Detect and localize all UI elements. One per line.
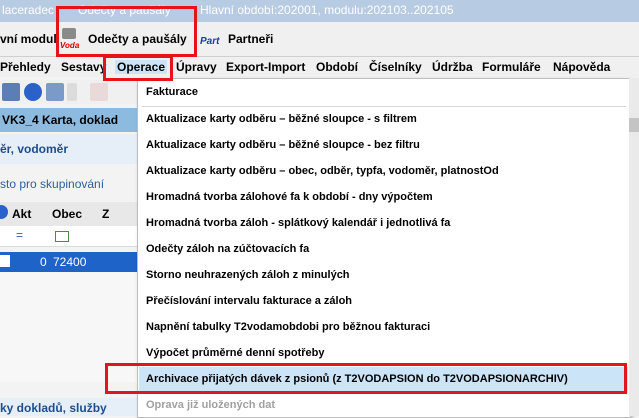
grid-icon[interactable] bbox=[46, 83, 64, 101]
scrollbar-thumb[interactable] bbox=[629, 118, 639, 132]
menuitem-odecty-zaloh[interactable]: Odečty záloh na zúčtovacích fa bbox=[146, 243, 309, 255]
menu-sestavy[interactable]: Sestavy bbox=[61, 60, 106, 74]
menu-upravy[interactable]: Úpravy bbox=[176, 60, 217, 74]
grid-header: Akt Obec Z bbox=[0, 202, 140, 227]
title-left-fragment: laceradec bbox=[2, 3, 55, 17]
module-partners-label: Partneři bbox=[228, 31, 274, 46]
module-tab-main[interactable]: vní modul bbox=[0, 25, 57, 52]
toolbar bbox=[0, 80, 140, 104]
menuitem-oprava-dat: Oprava již uložených dat bbox=[146, 399, 275, 411]
view-title: VK3_4 Karta, doklad bbox=[2, 113, 119, 127]
module-tab-partners[interactable]: Part Partneři bbox=[200, 25, 273, 52]
menu-udrzba[interactable]: Údržba bbox=[432, 60, 473, 74]
menuitem-aktualizace-bez-filtru[interactable]: Aktualizace karty odběru – běžné sloupce… bbox=[146, 139, 420, 151]
menu-napoveda[interactable]: Nápověda bbox=[553, 60, 610, 74]
col-akt[interactable]: Akt bbox=[12, 207, 31, 221]
abc-filter-icon[interactable] bbox=[55, 231, 69, 242]
row-obec-value: 72400 bbox=[53, 255, 87, 269]
column-menu-icon[interactable] bbox=[0, 205, 8, 219]
filter-strip: ěr, vodoměr bbox=[0, 134, 140, 164]
row-checkbox[interactable] bbox=[0, 255, 10, 267]
period-info: Hlavní období:202001, modulu:202103..202… bbox=[200, 3, 454, 17]
info-icon[interactable] bbox=[24, 83, 42, 101]
menu-bar: Přehledy Sestavy Operace Úpravy Export-I… bbox=[0, 57, 639, 77]
menu-prehledy[interactable]: Přehledy bbox=[0, 60, 51, 74]
filter-row: = bbox=[0, 226, 140, 247]
row-akt-value: 0 bbox=[40, 255, 47, 269]
menuitem-hromadna-zaloh[interactable]: Hromadná tvorba záloh - splátkový kalend… bbox=[146, 217, 450, 229]
menuitem-aktualizace-s-filtrem[interactable]: Aktualizace karty odběru – běžné sloupce… bbox=[146, 113, 417, 125]
menu-export-import[interactable]: Export-Import bbox=[226, 60, 305, 74]
annotation-box-module bbox=[56, 6, 197, 57]
filter-eq[interactable]: = bbox=[16, 228, 23, 242]
menu-ciselniky[interactable]: Číselníky bbox=[369, 60, 422, 74]
group-hint: sto pro skupinování bbox=[0, 177, 105, 191]
table-row[interactable]: 0 72400 bbox=[0, 252, 140, 272]
menuitem-precislovani[interactable]: Přečíslování intervalu fakturace a záloh bbox=[146, 295, 352, 307]
menuitem-hromadna-zalohove[interactable]: Hromadná tvorba zálohové fa k období - d… bbox=[146, 191, 433, 203]
scrollbar[interactable] bbox=[629, 78, 639, 416]
module-main-label: vní modul bbox=[0, 31, 57, 46]
menuitem-napneni-tabulky[interactable]: Napnění tabulky T2vodamobdobi pro běžnou… bbox=[146, 321, 430, 333]
help-icon[interactable] bbox=[90, 83, 108, 101]
bottom-text: ky dokladů, služby bbox=[0, 401, 107, 415]
menu-formulare[interactable]: Formuláře bbox=[482, 60, 541, 74]
view-title-bar: VK3_4 Karta, doklad bbox=[0, 108, 140, 132]
menuitem-storno[interactable]: Storno neuhrazených záloh z minulých bbox=[146, 269, 350, 281]
annotation-box-archivace bbox=[105, 363, 627, 394]
bottom-panel: ky dokladů, služby bbox=[0, 398, 140, 416]
menu-obdobi[interactable]: Období bbox=[316, 60, 358, 74]
col-z[interactable]: Z bbox=[102, 207, 109, 221]
filter-text: ěr, vodoměr bbox=[0, 142, 69, 156]
menuitem-aktualizace-obec[interactable]: Aktualizace karty odběru – obec, odběr, … bbox=[146, 165, 499, 177]
list-icon[interactable] bbox=[2, 83, 20, 101]
menu-separator bbox=[142, 106, 626, 107]
col-obec[interactable]: Obec bbox=[52, 207, 82, 221]
annotation-box-operace bbox=[103, 55, 173, 81]
group-panel: sto pro skupinování bbox=[0, 170, 140, 196]
chevron-down-icon[interactable] bbox=[67, 83, 77, 101]
partners-icon: Part bbox=[200, 35, 220, 47]
menuitem-vypocet-spotreby[interactable]: Výpočet průměrné denní spotřeby bbox=[146, 347, 324, 359]
menuitem-fakturace[interactable]: Fakturace bbox=[146, 86, 198, 98]
